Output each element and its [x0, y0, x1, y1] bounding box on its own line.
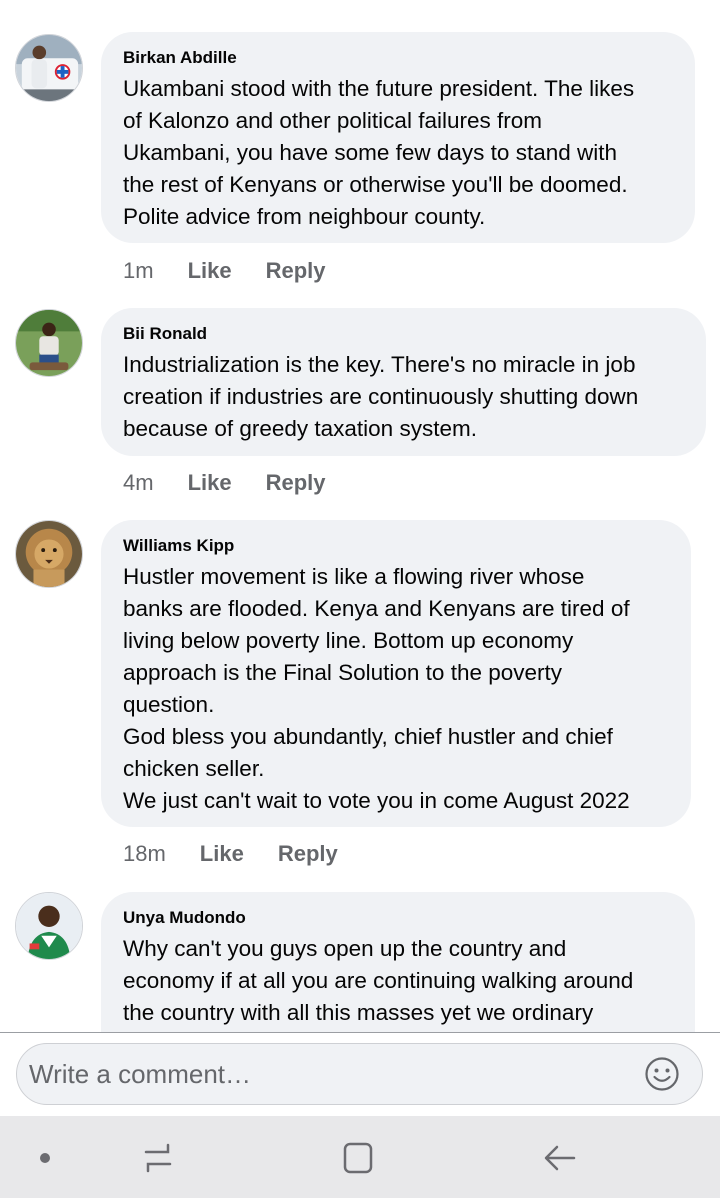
comment-input[interactable]: Write a comment… — [16, 1043, 703, 1105]
comment-bubble[interactable]: Bii Ronald Industrialization is the key.… — [101, 308, 706, 456]
back-arrow-icon[interactable] — [540, 1138, 580, 1178]
avatar-photo-icon — [16, 35, 82, 101]
system-navigation-bar — [0, 1116, 720, 1198]
comment-bubble[interactable]: Williams Kipp Hustler movement is like a… — [101, 520, 691, 827]
comment-actions: 1m Like Reply — [123, 258, 326, 284]
comment-text: Ukambani stood with the future president… — [123, 76, 635, 229]
avatar-photo-icon — [16, 893, 82, 959]
avatar-photo-icon — [16, 310, 82, 376]
comment-author[interactable]: Unya Mudondo — [123, 908, 673, 928]
comment-text: Why can't you guys open up the country a… — [123, 936, 634, 1025]
comment-actions: 4m Like Reply — [123, 470, 326, 496]
comment-timestamp: 1m — [123, 258, 154, 283]
like-button[interactable]: Like — [200, 841, 244, 867]
comment-text: Industrialization is the key. There's no… — [123, 352, 639, 441]
comment-text: Hustler movement is like a flowing river… — [123, 564, 630, 813]
reply-button[interactable]: Reply — [266, 258, 326, 284]
comment-actions: 18m Like Reply — [123, 841, 338, 867]
comment-author[interactable]: Williams Kipp — [123, 536, 669, 556]
reply-button[interactable]: Reply — [266, 470, 326, 496]
avatar[interactable] — [15, 892, 83, 960]
like-button[interactable]: Like — [188, 258, 232, 284]
smiley-face-icon[interactable] — [644, 1056, 680, 1092]
comment-composer: Write a comment… — [0, 1032, 720, 1116]
comment-bubble[interactable]: Birkan Abdille Ukambani stood with the f… — [101, 32, 695, 243]
like-button[interactable]: Like — [188, 470, 232, 496]
comment-input-placeholder: Write a comment… — [29, 1059, 252, 1089]
comment-author[interactable]: Birkan Abdille — [123, 48, 673, 68]
dot-icon[interactable] — [25, 1138, 65, 1178]
avatar[interactable] — [15, 34, 83, 102]
recents-icon[interactable] — [138, 1138, 178, 1178]
comment-timestamp: 18m — [123, 841, 166, 866]
comment-bubble[interactable]: Unya Mudondo Why can't you guys open up … — [101, 892, 695, 1032]
home-square-icon[interactable] — [338, 1138, 378, 1178]
comment-timestamp: 4m — [123, 470, 154, 495]
reply-button[interactable]: Reply — [278, 841, 338, 867]
avatar-photo-icon — [16, 521, 82, 587]
avatar[interactable] — [15, 309, 83, 377]
avatar[interactable] — [15, 520, 83, 588]
comment-author[interactable]: Bii Ronald — [123, 324, 684, 344]
comments-feed[interactable]: Birkan Abdille Ukambani stood with the f… — [0, 0, 720, 1032]
